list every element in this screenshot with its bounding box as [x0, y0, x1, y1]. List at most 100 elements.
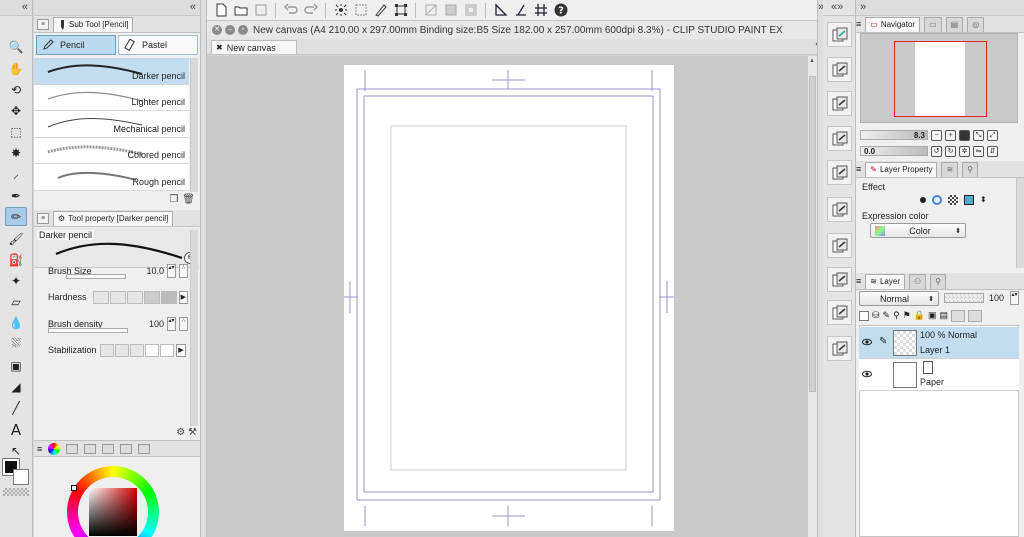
collapse-left-button[interactable]: « [0, 0, 32, 16]
hue-picker[interactable] [71, 485, 77, 491]
panel-menu-icon[interactable]: ≡ [37, 18, 49, 30]
navigator-preview[interactable] [860, 33, 1018, 123]
opacity-slider[interactable] [944, 293, 984, 303]
brush-item-darker-pencil[interactable]: Darker pencil [34, 58, 189, 85]
tone-effect-icon[interactable] [948, 194, 958, 205]
fill-selection-icon[interactable] [353, 3, 368, 18]
subtool-scrollbar[interactable] [190, 58, 198, 192]
color-wheel-tab-icon[interactable] [48, 442, 61, 455]
similar-color-tab-icon[interactable] [120, 443, 133, 454]
color-history-tab-icon[interactable] [138, 443, 151, 454]
group-tab-pastel[interactable]: Pastel [118, 35, 198, 55]
flip-vertical-icon[interactable]: ⇵ [987, 145, 998, 157]
transform-icon[interactable] [393, 3, 408, 18]
brush-size-spinner[interactable]: ▴▾ [167, 264, 176, 278]
reset-rotation-icon[interactable]: ✲ [959, 145, 970, 157]
stabilization-selector[interactable] [100, 343, 174, 357]
close-tab-icon[interactable]: ✖ [216, 43, 223, 52]
hue-ring[interactable] [67, 466, 159, 537]
hardness-expand[interactable]: ▶ [178, 290, 188, 304]
color-slider-tab-icon[interactable] [66, 443, 79, 454]
material-tone-icon[interactable] [827, 126, 852, 151]
navigator-view-frame[interactable] [894, 41, 987, 117]
eyedropper-icon[interactable]: ⸝ [5, 164, 27, 183]
tab-tool-property[interactable]: ⚙ Tool property [Darker pencil] [53, 210, 174, 226]
zoom-in-icon[interactable]: + [945, 129, 956, 141]
grid-snap-icon[interactable] [533, 3, 548, 18]
material-balloon-icon[interactable] [827, 267, 852, 292]
hardness-selector[interactable] [92, 290, 177, 304]
density-value[interactable]: 100 [149, 319, 164, 329]
expression-color-select[interactable]: Color ⬍ [870, 223, 966, 238]
blend-mode-select[interactable]: Normal ⬍ [859, 291, 939, 306]
tab-animation[interactable]: ⚇ [908, 273, 927, 289]
layer-extra2-icon[interactable] [968, 309, 983, 322]
hand-icon[interactable]: ✋ [5, 59, 27, 78]
stabilization-expand[interactable]: ▶ [176, 343, 186, 357]
material-3d-icon[interactable] [827, 197, 852, 222]
panel-menu-icon[interactable]: ≡ [856, 164, 861, 174]
frame-icon[interactable] [463, 3, 478, 18]
undo-icon[interactable] [283, 3, 298, 18]
tab-history[interactable]: ≋ [941, 161, 959, 177]
lock-alpha-icon[interactable]: ⚲ [893, 310, 900, 321]
brush-size-value[interactable]: 10.0 [146, 266, 164, 276]
layer-row[interactable]: Paper [859, 359, 1019, 391]
copy-subtool-icon[interactable]: ❐ [169, 194, 178, 205]
canvas-page[interactable] [207, 56, 807, 537]
density-spinner[interactable]: ▴▾ [167, 317, 176, 331]
layer-property-scrollbar[interactable] [1016, 178, 1024, 268]
palette-color-icon[interactable]: ⚑ [903, 310, 911, 321]
zoom-out-icon[interactable]: − [931, 129, 942, 141]
redo-icon[interactable] [303, 3, 318, 18]
actual-size-icon[interactable] [959, 129, 970, 141]
opacity-spinner[interactable]: ▴▾ [1010, 291, 1019, 305]
flip-horizontal-icon[interactable]: ⇋ [973, 145, 984, 157]
transparent-color-swatch[interactable] [3, 488, 29, 496]
material-monochrome-icon[interactable] [827, 57, 852, 82]
eraser-icon[interactable]: ▱ [5, 292, 27, 311]
layer-color-effect-icon[interactable] [964, 194, 974, 205]
panel-menu-icon[interactable]: ≡ [856, 19, 861, 29]
tab-navigator[interactable]: ▭ Navigator [865, 16, 921, 32]
close-window-icon[interactable]: ✕ [212, 25, 222, 35]
brush-icon[interactable]: 🖌 [5, 229, 27, 248]
zoom-icon[interactable]: 🔍 [5, 37, 27, 56]
hide-outside-icon[interactable] [423, 3, 438, 18]
brush-item-rough-pencil[interactable]: Rough pencil [34, 164, 189, 191]
auto-select-icon[interactable]: ✸ [5, 143, 27, 162]
opacity-value[interactable]: 100 [989, 293, 1004, 303]
open-file-icon[interactable] [233, 3, 248, 18]
material-effect-icon[interactable] [827, 300, 852, 325]
border-effect-icon[interactable] [920, 196, 926, 203]
tab-layer-search[interactable]: ⚲ [930, 273, 947, 289]
figure-icon[interactable]: ◢ [5, 377, 27, 396]
canvas-vertical-scrollbar[interactable]: ▲ [807, 56, 817, 537]
material-manga-icon[interactable] [827, 91, 852, 116]
toolprop-settings-icon[interactable]: ⚙ ⚒ [176, 427, 197, 438]
ruler-icon[interactable]: ▤ [940, 310, 949, 321]
density-menu[interactable]: ∴ [179, 317, 188, 331]
move-layer-icon[interactable]: ✥ [5, 101, 27, 120]
delete-subtool-icon[interactable]: 🗑 [182, 194, 195, 205]
group-tab-pencil[interactable]: Pencil [36, 35, 116, 55]
pencil-icon[interactable]: ✏ [5, 207, 27, 226]
draft-layer-icon[interactable]: ✎ [883, 310, 891, 321]
help-icon[interactable]: ? [553, 3, 568, 18]
operation-icon[interactable]: ↖ [5, 441, 27, 460]
panel-menu-icon[interactable]: ≡ [37, 444, 42, 454]
tab-subtool[interactable]: Sub Tool [Pencil] [53, 16, 134, 32]
brush-item-lighter-pencil[interactable]: Lighter pencil [34, 84, 189, 111]
collapse-strip-button[interactable]: «» [823, 0, 855, 16]
tab-item-bank[interactable]: ▤ [945, 16, 964, 32]
rotate-right-icon[interactable]: ↻ [945, 145, 956, 157]
toolprop-scrollbar[interactable] [190, 230, 198, 426]
fit-window-icon[interactable]: ⤢ [987, 129, 998, 141]
density-slider[interactable] [48, 328, 128, 333]
mask-icon[interactable]: ▣ [928, 310, 937, 321]
material-color-pattern-icon[interactable] [827, 22, 852, 47]
brush-item-mechanical-pencil[interactable]: Mechanical pencil [34, 111, 189, 138]
reference-layer-icon[interactable]: ⛁ [872, 310, 880, 321]
expression-color-effect-icon[interactable] [932, 194, 942, 205]
saturation-value-square[interactable] [89, 488, 137, 536]
